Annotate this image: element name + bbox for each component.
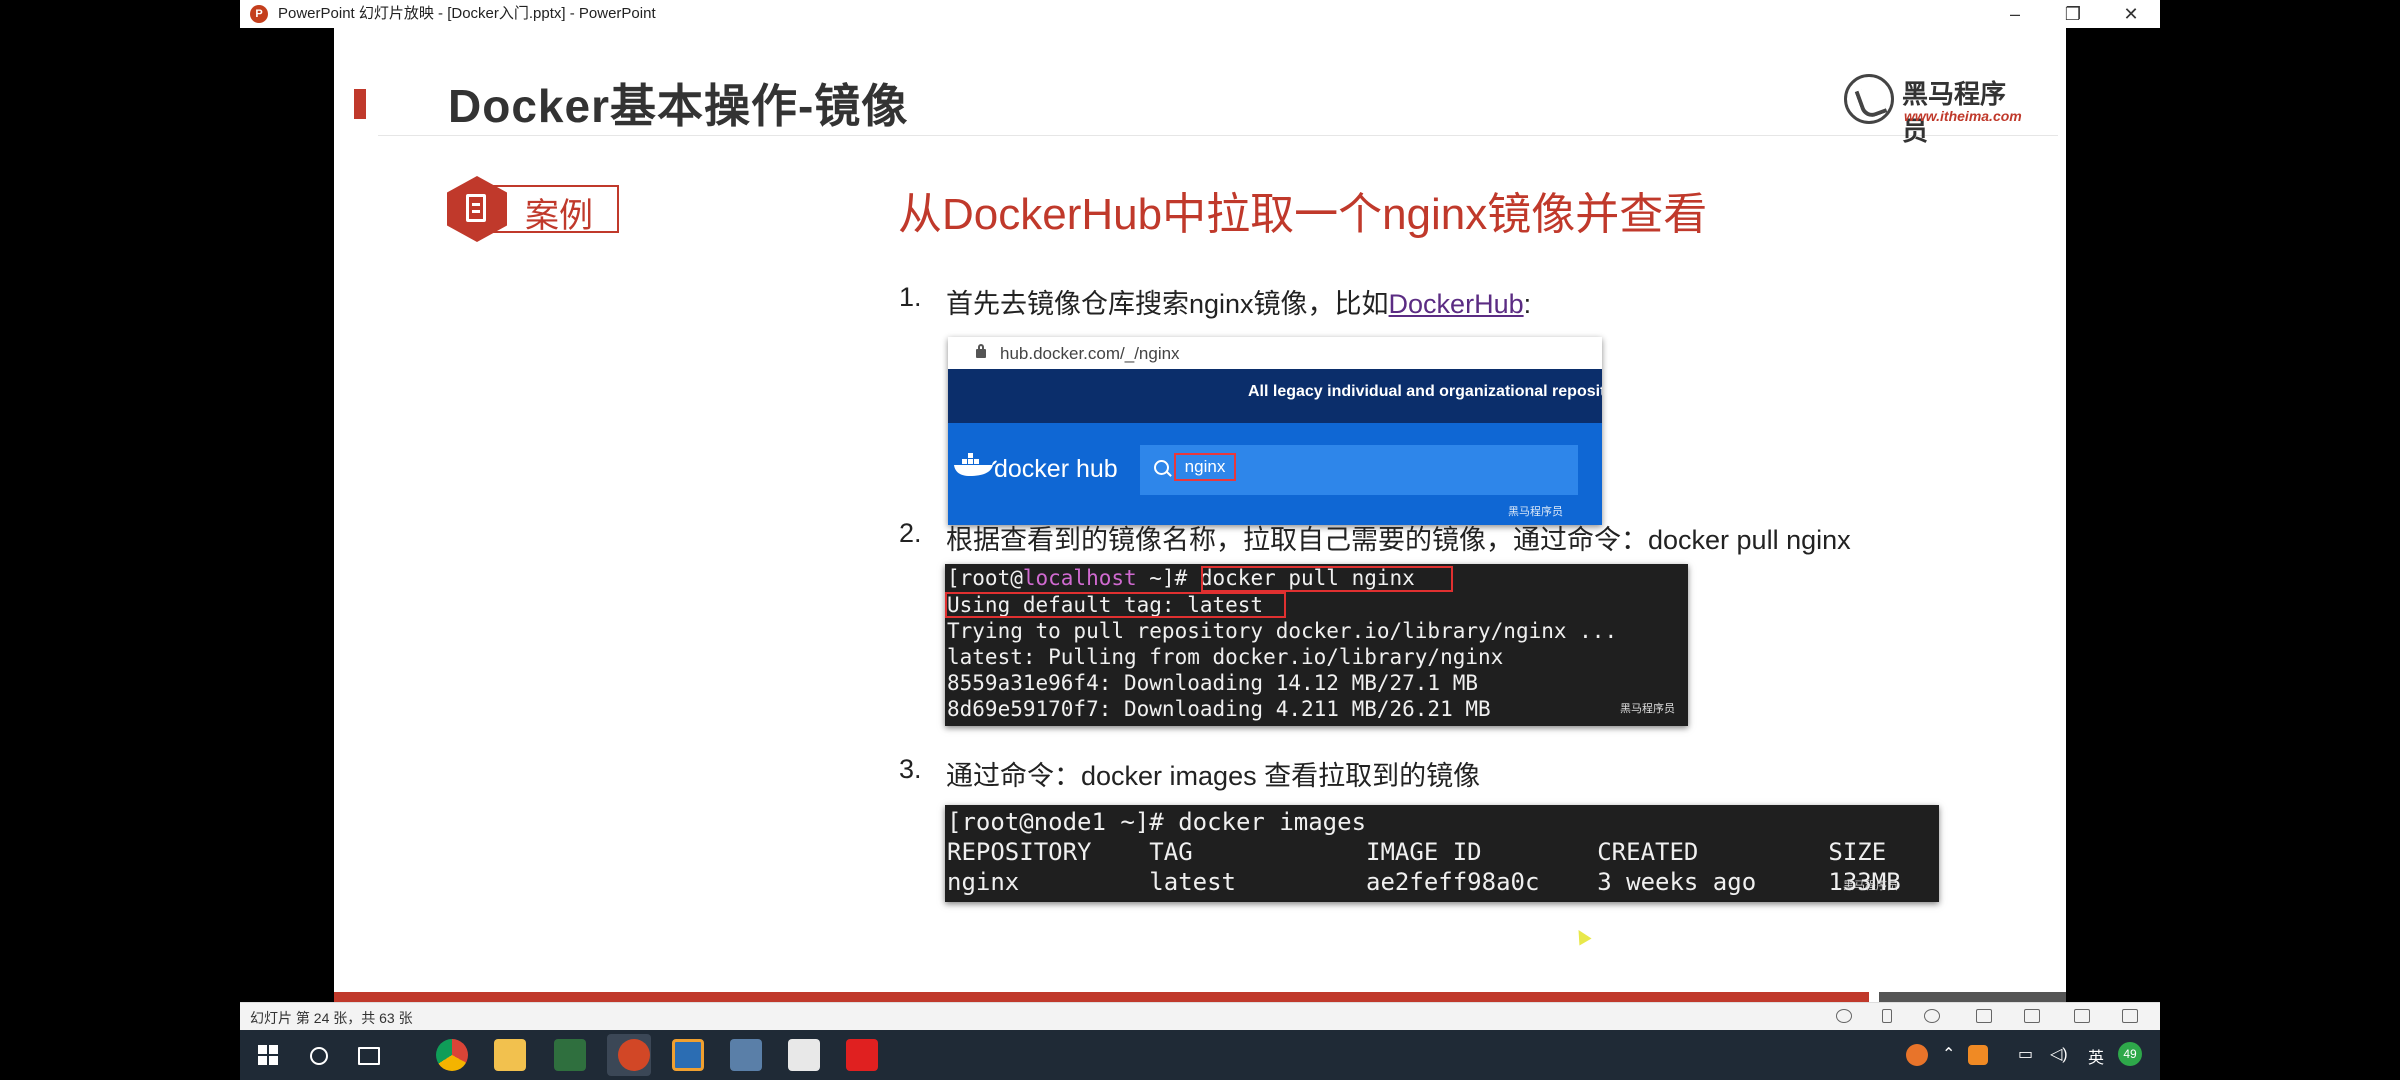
volume-icon[interactable]: ◁)	[2050, 1044, 2068, 1064]
remote-desktop-icon[interactable]	[730, 1039, 762, 1071]
logo-url: www.itheima.com	[1904, 108, 2022, 124]
search-query: nginx	[1174, 453, 1236, 481]
mouse-cursor	[1572, 926, 1592, 946]
chrome-icon[interactable]	[436, 1039, 468, 1071]
recorder-icon[interactable]	[846, 1039, 878, 1071]
banner-text: All legacy individual and organizational…	[1248, 383, 1602, 400]
notepad-plus-icon[interactable]	[554, 1039, 586, 1071]
chevron-up-icon[interactable]: ⌃	[1942, 1044, 1955, 1064]
slideshow-icon[interactable]	[2122, 1009, 2138, 1023]
watermark: 黑马程序员	[1508, 506, 1563, 518]
vmware-icon[interactable]	[672, 1039, 704, 1071]
slide-progress-bar	[334, 992, 1869, 1002]
previous-slide-icon[interactable]	[1836, 1009, 1852, 1023]
browser-url-bar: hub.docker.com/_/nginx	[948, 337, 1602, 370]
terminal-line: [root@node1 ~]# docker images	[947, 808, 1367, 836]
terminal-line: latest: Pulling from docker.io/library/n…	[947, 645, 1504, 669]
tag-highlight	[945, 592, 1286, 618]
input-language[interactable]: 英	[2088, 1044, 2104, 1068]
lock-icon	[976, 344, 986, 358]
pause-icon[interactable]	[1882, 1009, 1892, 1023]
app-tray-icon[interactable]	[1906, 1044, 1928, 1066]
case-label: 案例	[525, 197, 593, 235]
file-explorer-icon[interactable]	[494, 1039, 526, 1071]
dockerhub-screenshot: hub.docker.com/_/nginx All legacy indivi…	[948, 337, 1602, 525]
step-3-number: 3.	[899, 754, 922, 784]
ime-tray-icon[interactable]	[1968, 1045, 1988, 1065]
itheima-logo: 黑马程序员 www.itheima.com	[1844, 68, 2024, 146]
dockerhub-link[interactable]: DockerHub	[1389, 289, 1524, 319]
dockerhub-header: docker hub nginx 黑马程序员	[948, 423, 1602, 525]
powerpoint-window: P PowerPoint 幻灯片放映 - [Docker入门.pptx] - P…	[240, 0, 2160, 1080]
typora-icon[interactable]	[788, 1039, 820, 1071]
window-title: PowerPoint 幻灯片放映 - [Docker入门.pptx] - Pow…	[278, 5, 656, 22]
title-bar: P PowerPoint 幻灯片放映 - [Docker入门.pptx] - P…	[240, 0, 2160, 28]
watermark: 黑马程序员	[1620, 703, 1675, 715]
case-badge: 案例	[447, 176, 623, 242]
taskbar: ⌃ ▭ ◁) 英 49	[240, 1030, 2160, 1080]
horse-logo-icon	[1844, 74, 1894, 124]
dockerhub-search: nginx	[1140, 445, 1578, 495]
slide-sorter-icon[interactable]	[2024, 1009, 2040, 1023]
powerpoint-icon: P	[250, 5, 268, 23]
network-icon[interactable]: ▭	[2018, 1044, 2033, 1064]
step-3-text: 通过命令：docker images 查看拉取到的镜像	[946, 761, 1481, 791]
powerpoint-taskbar-icon[interactable]	[618, 1039, 650, 1071]
slide[interactable]: Docker基本操作-镜像 黑马程序员 www.itheima.com 案例 从…	[334, 28, 2066, 1002]
step-2-text: 根据查看到的镜像名称，拉取自己需要的镜像，通过命令：docker pull ng…	[946, 525, 1851, 555]
dockerhub-banner: All legacy individual and organizational…	[948, 369, 1602, 423]
slide-counter: 幻灯片 第 24 张，共 63 张	[250, 1010, 413, 1026]
minimize-button[interactable]: –	[1986, 0, 2044, 28]
step-2-number: 2.	[899, 518, 922, 548]
notification-badge[interactable]: 49	[2118, 1042, 2142, 1066]
docker-whale-icon	[954, 453, 997, 476]
search-icon	[1154, 460, 1169, 475]
slide-title: Docker基本操作-镜像	[448, 80, 909, 132]
slide-progress-remaining	[1879, 992, 2066, 1002]
close-button[interactable]: ✕	[2102, 0, 2160, 28]
prompt-host: localhost	[1022, 566, 1137, 590]
terminal-line: 8559a31e96f4: Downloading 14.12 MB/27.1 …	[947, 671, 1479, 695]
search-icon[interactable]	[310, 1047, 328, 1065]
step-1-label: 首先去镜像仓库搜索nginx镜像，比如	[946, 289, 1389, 319]
command-highlight	[1201, 566, 1453, 592]
task-view-icon[interactable]	[358, 1047, 380, 1065]
case-title: 从DockerHub中拉取一个nginx镜像并查看	[898, 190, 1708, 239]
terminal-image-row: nginx latest ae2feff98a0c 3 weeks ago 13…	[947, 868, 1901, 896]
step-1-suffix: :	[1523, 289, 1532, 319]
windows-start-icon[interactable]	[258, 1045, 278, 1065]
status-bar: 幻灯片 第 24 张，共 63 张	[240, 1002, 2160, 1031]
normal-view-icon[interactable]	[1976, 1009, 1992, 1023]
terminal-header-row: REPOSITORY TAG IMAGE ID CREATED SIZE	[947, 838, 1887, 866]
terminal-line: 8d69e59170f7: Downloading 4.211 MB/26.21…	[947, 697, 1491, 721]
title-divider	[378, 135, 2058, 136]
docker-pull-terminal: [root@localhost ~]# docker pull nginx Us…	[945, 564, 1688, 726]
browser-url: hub.docker.com/_/nginx	[1000, 344, 1180, 363]
reading-view-icon[interactable]	[2074, 1009, 2090, 1023]
title-marker	[354, 89, 366, 119]
docker-images-terminal: [root@node1 ~]# docker images REPOSITORY…	[945, 805, 1939, 902]
restore-button[interactable]: ❐	[2044, 0, 2102, 28]
dockerhub-brand: docker hub	[994, 455, 1118, 483]
step-1-number: 1.	[899, 282, 922, 312]
step-1-text: 首先去镜像仓库搜索nginx镜像，比如DockerHub:	[946, 282, 1531, 321]
next-slide-icon[interactable]	[1924, 1009, 1940, 1023]
watermark: 黑马程序员	[1843, 880, 1898, 892]
terminal-line: Trying to pull repository docker.io/libr…	[947, 619, 1618, 643]
